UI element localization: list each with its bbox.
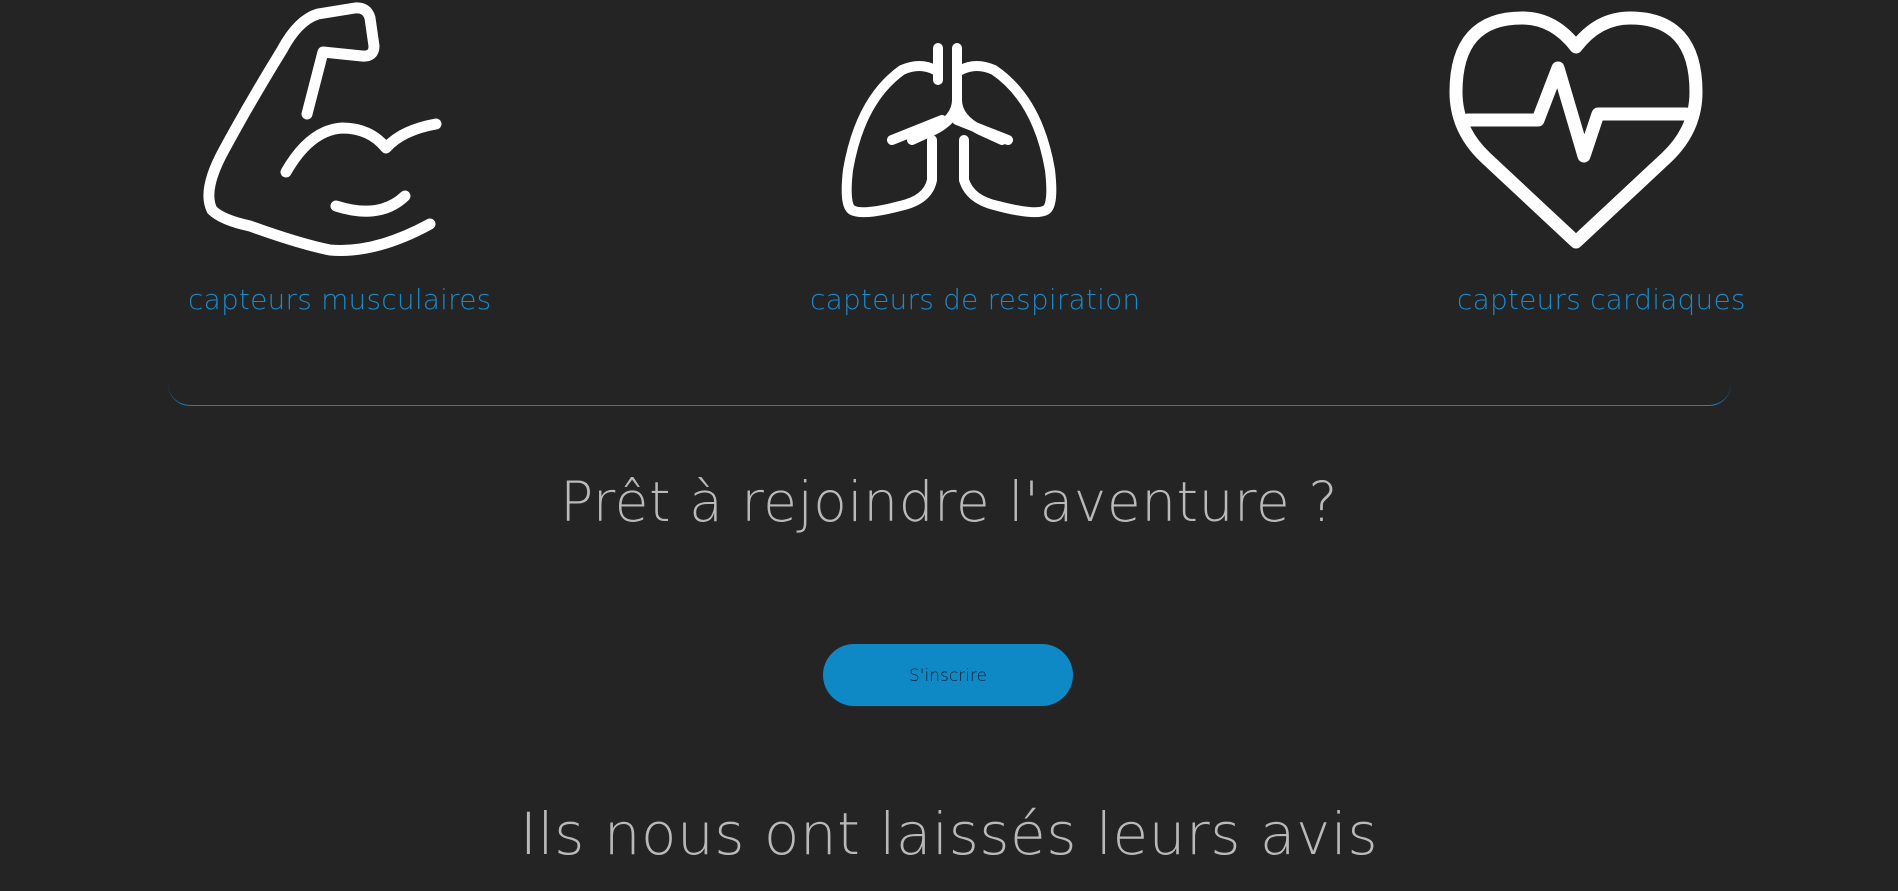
heartbeat-icon (1449, 10, 1705, 250)
section-divider (168, 300, 1731, 406)
reviews-heading: Ils nous ont laissés leurs avis (519, 800, 1379, 868)
flexed-arm-icon (190, 0, 460, 260)
lungs-icon (840, 40, 1060, 230)
cta-heading: Prêt à rejoindre l'aventure ? (560, 470, 1338, 534)
page: capteurs musculaires capteurs de respira… (0, 0, 1898, 891)
signup-button[interactable]: S'inscrire (823, 644, 1073, 706)
